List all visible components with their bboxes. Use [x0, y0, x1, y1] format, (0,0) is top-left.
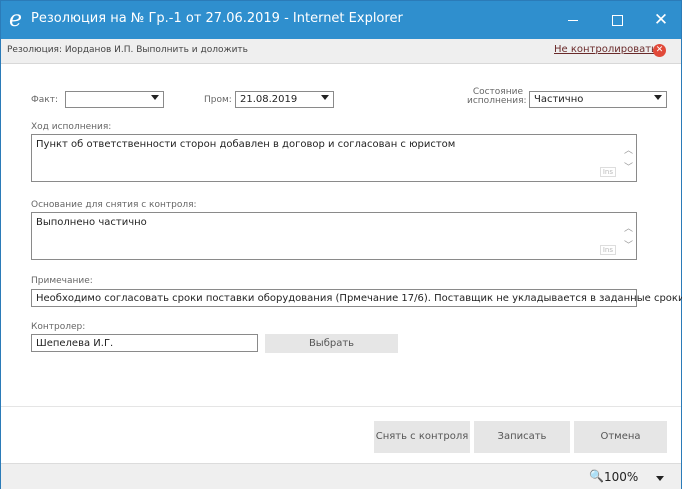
chevron-down-icon: [151, 95, 159, 100]
fact-date-select[interactable]: [65, 91, 164, 108]
remove-control-button[interactable]: Снять с контроля: [374, 421, 470, 453]
maximize-button[interactable]: [597, 1, 637, 39]
basis-text: Выполнено частично: [36, 217, 147, 228]
state-select[interactable]: Частично: [529, 91, 667, 108]
scroll-up-icon[interactable]: ︿: [624, 225, 633, 234]
scroll-up-icon[interactable]: ︿: [624, 147, 633, 156]
scroll-down-icon[interactable]: ﹀: [624, 242, 633, 251]
window-title: Резолюция на № Гр.-1 от 27.06.2019 - Int…: [31, 11, 403, 26]
controller-text: Шепелева И.Г.: [36, 338, 114, 349]
ins-badge: Ins: [599, 245, 616, 255]
minimize-button[interactable]: [553, 1, 593, 39]
select-controller-button[interactable]: Выбрать: [265, 334, 398, 353]
no-control-link[interactable]: Не контролировать: [554, 44, 657, 55]
footer-divider: [1, 406, 681, 407]
note-text: Необходимо согласовать сроки поставки об…: [36, 293, 682, 304]
state-label-line2: исполнения:: [467, 96, 527, 106]
title-bar: e Резолюция на № Гр.-1 от 27.06.2019 - I…: [1, 1, 681, 39]
controller-label: Контролер:: [31, 322, 86, 332]
no-control-close-icon[interactable]: ✕: [653, 44, 666, 57]
scroll-down-icon[interactable]: ﹀: [624, 164, 633, 173]
resolution-bar: Резолюция: Иорданов И.П. Выполнить и дол…: [1, 39, 681, 64]
close-icon: ✕: [653, 10, 669, 30]
basis-label: Основание для снятия с контроля:: [31, 200, 197, 210]
maximize-icon: [611, 14, 623, 26]
chevron-down-icon[interactable]: [656, 476, 664, 481]
progress-label: Ход исполнения:: [31, 122, 112, 132]
ie-icon: e: [9, 7, 23, 32]
minimize-icon: [568, 19, 578, 21]
prom-date-value: 21.08.2019: [240, 94, 298, 105]
progress-text: Пункт об ответственности сторон добавлен…: [36, 139, 456, 150]
basis-textarea[interactable]: Выполнено частично Ins ︿ ﹀: [31, 212, 637, 260]
controller-input[interactable]: Шепелева И.Г.: [31, 334, 258, 352]
ie-window: e Резолюция на № Гр.-1 от 27.06.2019 - I…: [0, 0, 682, 489]
state-value: Частично: [534, 94, 584, 105]
cancel-button[interactable]: Отмена: [574, 421, 667, 453]
resolution-text: Резолюция: Иорданов И.П. Выполнить и дол…: [7, 45, 248, 55]
chevron-down-icon: [654, 95, 662, 100]
prom-date-select[interactable]: 21.08.2019: [235, 91, 334, 108]
save-button[interactable]: Записать: [474, 421, 570, 453]
progress-textarea[interactable]: Пункт об ответственности сторон добавлен…: [31, 134, 637, 182]
zoom-icon: 🔍: [589, 469, 604, 483]
chevron-down-icon: [321, 95, 329, 100]
zoom-level[interactable]: 100%: [604, 470, 638, 484]
note-label: Примечание:: [31, 276, 93, 286]
close-button[interactable]: ✕: [641, 1, 681, 39]
ins-badge: Ins: [599, 167, 616, 177]
prom-label: Пром:: [204, 95, 232, 105]
status-bar: 🔍 100%: [1, 463, 681, 489]
fact-label: Факт:: [31, 95, 58, 105]
note-input[interactable]: Необходимо согласовать сроки поставки об…: [31, 289, 682, 307]
